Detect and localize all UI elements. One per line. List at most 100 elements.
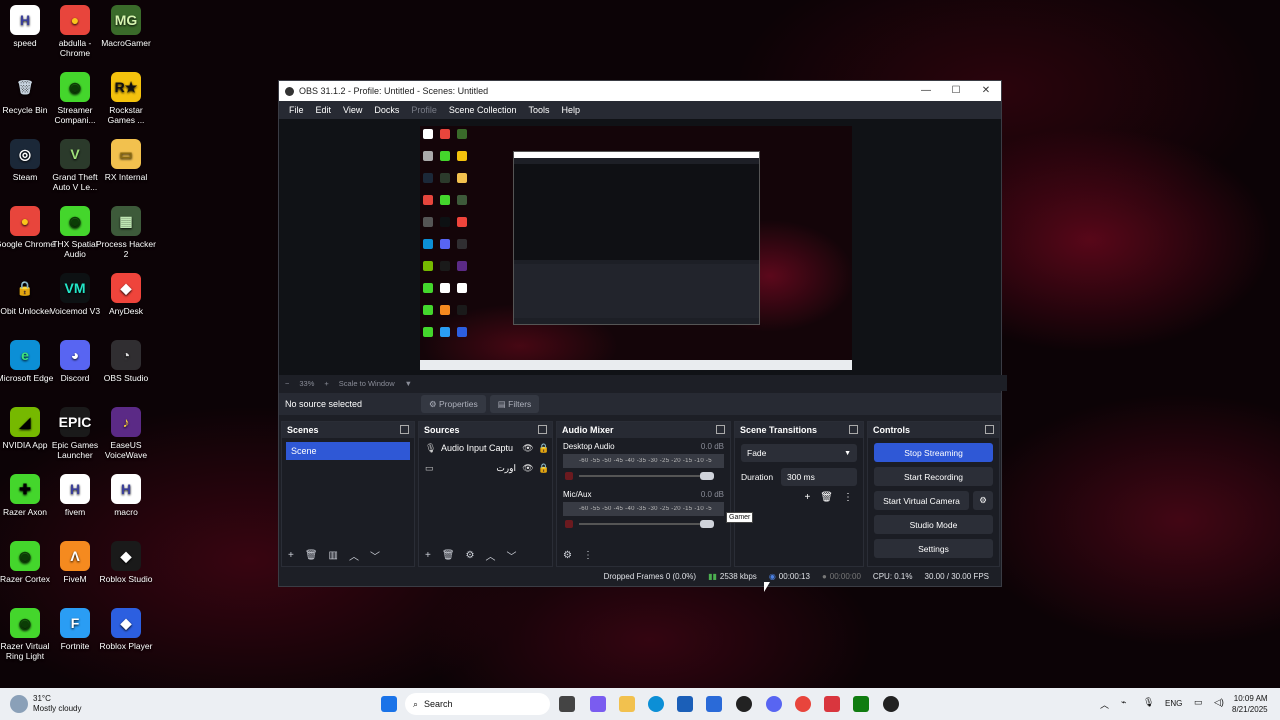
obs-taskbar-icon[interactable]	[736, 696, 752, 712]
xbox-taskbar-icon[interactable]	[853, 696, 869, 712]
preview-mini-icon	[423, 283, 433, 293]
move-up-button[interactable]: ︿	[486, 548, 496, 563]
taskbar-search[interactable]: ⌕ Search	[405, 693, 550, 715]
scene-item[interactable]: Scene	[286, 442, 410, 460]
preview-mini-icon	[457, 217, 467, 227]
mute-icon[interactable]	[565, 472, 573, 480]
transition-menu-button[interactable]: ⋮	[843, 492, 853, 503]
lock-icon[interactable]: 🔒	[536, 463, 552, 474]
scene-filters-button[interactable]: ▥	[329, 550, 338, 561]
desktop-icon[interactable]: ◆ Roblox Player	[95, 608, 157, 651]
preview-mini-icon	[440, 217, 450, 227]
mixer-menu-button[interactable]: ⋮	[583, 550, 593, 561]
filters-button[interactable]: ▤ Filters	[489, 395, 540, 413]
file-explorer-icon[interactable]	[619, 696, 635, 712]
transition-select[interactable]: Fade ▼	[741, 444, 857, 462]
slider-handle[interactable]	[700, 472, 714, 480]
desktop-icon[interactable]: Hmacro	[95, 474, 157, 517]
remove-source-button[interactable]: 🗑	[442, 550, 455, 561]
desktop-icon[interactable]: ▦ Process Hacker 2	[95, 206, 157, 259]
preview-mini-icon	[423, 195, 433, 205]
anydesk-taskbar-icon[interactable]	[824, 696, 840, 712]
remove-transition-button[interactable]: 🗑	[820, 492, 833, 503]
desktop-icon[interactable]: R★ Rockstar Games ...	[95, 72, 157, 125]
close-button[interactable]: ✕	[971, 81, 1001, 101]
discord-taskbar-icon[interactable]	[766, 696, 782, 712]
obs-titlebar[interactable]: OBS 31.1.2 - Profile: Untitled - Scenes:…	[279, 81, 1001, 101]
chevron-down-icon[interactable]: ▼	[405, 379, 412, 388]
undock-icon[interactable]	[985, 425, 994, 434]
move-down-button[interactable]: ﹀	[370, 548, 380, 563]
stream-time: 00:00:13	[778, 571, 810, 581]
clock[interactable]: 10:09 AM 8/21/2025	[1232, 693, 1268, 715]
start-button[interactable]	[381, 696, 397, 712]
desktop-icon[interactable]: ◔ OBS Studio	[95, 340, 157, 383]
menu-bar: File Edit View Docks Profile Scene Collection…	[279, 101, 1001, 119]
remove-scene-button[interactable]: 🗑	[305, 550, 318, 561]
menu-view[interactable]: View	[343, 105, 362, 115]
chevron-down-icon: ▼	[844, 449, 851, 457]
source-item[interactable]: 🎙 Audio Input Captu 👁 🔒	[419, 438, 552, 458]
store-icon[interactable]	[677, 696, 693, 712]
task-view-icon[interactable]	[559, 696, 575, 712]
desktop-icon[interactable]: ▭ RX Internal	[95, 139, 157, 182]
mute-icon[interactable]	[565, 520, 573, 528]
move-up-button[interactable]: ︿	[349, 548, 359, 563]
add-scene-button[interactable]: +	[288, 550, 294, 561]
add-source-button[interactable]: +	[425, 550, 431, 561]
volume-slider[interactable]	[563, 472, 724, 480]
menu-edit[interactable]: Edit	[316, 105, 332, 115]
studio-mode-button[interactable]: Studio Mode	[874, 515, 993, 534]
menu-file[interactable]: File	[289, 105, 304, 115]
maximize-button[interactable]: ☐	[941, 81, 971, 101]
desktop-icon[interactable]: ◆ AnyDesk	[95, 273, 157, 316]
stop-streaming-button[interactable]: Stop Streaming	[874, 443, 993, 462]
desktop-icon[interactable]: ◆ Roblox Studio	[95, 541, 157, 584]
settings-button[interactable]: Settings	[874, 539, 993, 558]
virtual-camera-settings-button[interactable]: ⚙	[973, 491, 993, 510]
menu-profile[interactable]: Profile	[411, 105, 437, 115]
add-transition-button[interactable]: +	[804, 492, 810, 503]
copilot-icon[interactable]	[590, 696, 606, 712]
minimize-button[interactable]: —	[911, 81, 941, 101]
chrome-taskbar-icon[interactable]	[795, 696, 811, 712]
start-recording-button[interactable]: Start Recording	[874, 467, 993, 486]
lock-icon[interactable]: 🔒	[536, 443, 552, 454]
zoom-in-button[interactable]: +	[324, 379, 328, 388]
properties-button[interactable]: ⚙ Properties	[421, 395, 486, 413]
edge-icon[interactable]	[648, 696, 664, 712]
menu-help[interactable]: Help	[561, 105, 580, 115]
menu-tools[interactable]: Tools	[528, 105, 549, 115]
eye-icon[interactable]: 👁	[520, 463, 536, 474]
undock-icon[interactable]	[849, 425, 858, 434]
scale-to-window[interactable]: Scale to Window	[339, 379, 395, 388]
volume-icon[interactable]: ◁)	[1214, 697, 1224, 708]
source-item[interactable]: ▭ ﺍﻭﺭﺕ 👁 🔒	[419, 458, 552, 478]
eye-icon[interactable]: 👁	[520, 443, 536, 454]
volume-slider[interactable]	[563, 520, 724, 528]
app-icon[interactable]	[706, 696, 722, 712]
undock-icon[interactable]	[716, 425, 725, 434]
slider-handle[interactable]	[700, 520, 714, 528]
preview-area[interactable]	[279, 119, 1001, 375]
start-virtual-camera-button[interactable]: Start Virtual Camera	[874, 491, 969, 510]
microphone-tray-icon[interactable]: 🎙	[1143, 697, 1154, 708]
menu-scene-collection[interactable]: Scene Collection	[449, 105, 517, 115]
menu-docks[interactable]: Docks	[374, 105, 399, 115]
display-icon[interactable]: ▭	[1194, 697, 1203, 708]
zoom-out-button[interactable]: −	[285, 379, 289, 388]
advanced-audio-button[interactable]: ⚙	[563, 550, 572, 561]
move-down-button[interactable]: ﹀	[507, 548, 517, 563]
desktop-icon[interactable]: ♪ EaseUS VoiceWave	[95, 407, 157, 460]
duration-input[interactable]: 300 ms	[781, 468, 857, 486]
undock-icon[interactable]	[538, 425, 547, 434]
chevron-up-icon[interactable]: ︿	[1100, 698, 1109, 711]
desktop-icon[interactable]: MG MacroGamer	[95, 5, 157, 48]
scene-preview[interactable]	[420, 126, 852, 370]
language-indicator[interactable]: ENG	[1165, 699, 1182, 708]
source-properties-button[interactable]: ⚙	[466, 550, 475, 561]
undock-icon[interactable]	[400, 425, 409, 434]
obs-taskbar-icon-2[interactable]	[883, 696, 899, 712]
network-icon[interactable]: ⌁	[1121, 697, 1126, 708]
weather-widget[interactable]: 31°C Mostly cloudy	[10, 694, 81, 714]
